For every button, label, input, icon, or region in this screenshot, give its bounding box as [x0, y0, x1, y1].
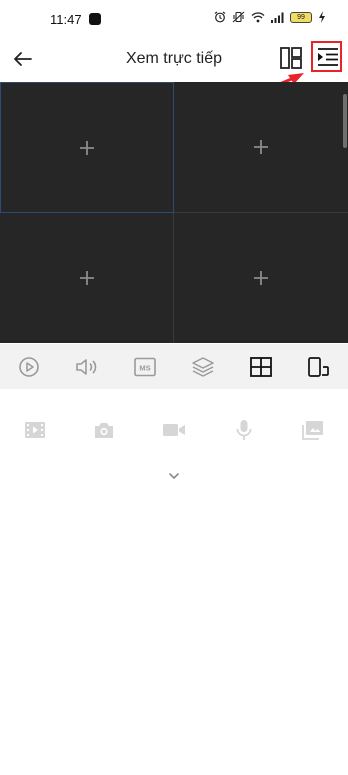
- grid-layout-icon: [250, 356, 272, 377]
- talk-button[interactable]: [209, 412, 279, 448]
- ms-stream-icon: MS: [134, 357, 156, 376]
- add-camera-icon[interactable]: [79, 140, 95, 156]
- gallery-icon: [302, 421, 324, 440]
- status-bar: 11:47 99: [0, 0, 348, 40]
- video-cell-1[interactable]: [0, 82, 174, 213]
- orientation-button[interactable]: [290, 344, 348, 389]
- notification-icon: [89, 13, 101, 25]
- device-list-icon: [318, 48, 338, 66]
- device-orientation-icon: [308, 356, 329, 377]
- battery-icon: 99: [290, 11, 312, 23]
- status-icons: 99: [214, 11, 326, 23]
- play-icon: [19, 356, 39, 377]
- video-cell-2[interactable]: [174, 82, 348, 212]
- microphone-icon: [236, 420, 251, 440]
- stream-quality-button[interactable]: MS: [116, 344, 174, 389]
- tool-row: [0, 412, 348, 448]
- status-time: 11:47: [50, 12, 82, 27]
- control-bar: MS: [0, 344, 348, 389]
- chevron-down-icon[interactable]: [166, 468, 182, 484]
- video-cell-4[interactable]: [174, 213, 348, 343]
- vibrate-off-icon: [232, 11, 245, 23]
- grid-layout-button[interactable]: [232, 344, 290, 389]
- record-icon: [162, 424, 185, 436]
- add-camera-icon[interactable]: [253, 270, 269, 286]
- play-button[interactable]: [0, 344, 58, 389]
- speaker-icon: [76, 358, 97, 375]
- wifi-icon: [251, 12, 265, 23]
- signal-icon: [271, 12, 284, 23]
- add-camera-icon[interactable]: [79, 270, 95, 286]
- camera-icon: [95, 423, 114, 438]
- alarm-icon: [214, 11, 226, 23]
- add-camera-icon[interactable]: [253, 139, 269, 155]
- record-button[interactable]: [139, 412, 209, 448]
- device-list-button[interactable]: [311, 41, 342, 72]
- layout-switch-icon[interactable]: [280, 47, 302, 69]
- charging-icon: [319, 11, 325, 23]
- ms-label: MS: [139, 363, 150, 372]
- video-clip-icon: [24, 422, 45, 438]
- snapshot-button[interactable]: [70, 412, 140, 448]
- audio-button[interactable]: [58, 344, 116, 389]
- scrollbar-thumb[interactable]: [343, 94, 347, 148]
- video-grid: [0, 82, 348, 343]
- layers-icon: [192, 356, 214, 377]
- video-cell-3[interactable]: [0, 213, 173, 343]
- playback-button[interactable]: [0, 412, 70, 448]
- layers-button[interactable]: [174, 344, 232, 389]
- gallery-button[interactable]: [278, 412, 348, 448]
